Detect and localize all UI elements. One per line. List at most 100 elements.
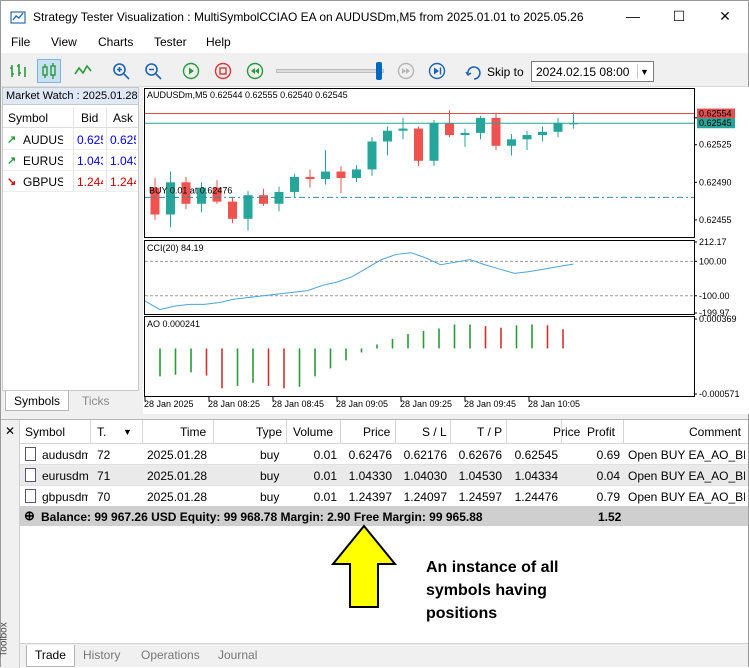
mw-ask: 1.24487 xyxy=(110,175,136,189)
trade-profit: 0.69 xyxy=(596,448,620,462)
price-tick-label: 0.62455 xyxy=(699,215,732,225)
maximize-button[interactable]: ☐ xyxy=(656,1,702,31)
market-watch-tabs: Symbols Ticks xyxy=(2,390,139,411)
th-symbol[interactable]: Symbol xyxy=(25,425,65,439)
trade-current-price: 1.04334 xyxy=(514,469,558,483)
trade-type: buy xyxy=(260,469,280,483)
trade-current-price: 0.62545 xyxy=(514,448,558,462)
close-button[interactable]: ✕ xyxy=(702,1,748,31)
tab-symbols[interactable]: Symbols xyxy=(5,391,70,411)
sort-descending-icon[interactable]: ▼ xyxy=(123,427,132,437)
candle-body xyxy=(383,130,392,142)
candle-body xyxy=(507,139,516,146)
rewind-button[interactable] xyxy=(243,59,267,83)
cci-tick-label: -100.00 xyxy=(699,291,730,301)
tab-operations[interactable]: Operations xyxy=(133,645,208,667)
arrow-down-icon: ↘ xyxy=(7,176,17,188)
col-bid[interactable]: Bid xyxy=(81,111,98,125)
trade-ticket: 71 xyxy=(97,469,111,483)
chart-canvas[interactable]: BUY 0.01 at 0.62476 AUDUSDm,M5 0.62544 0.… xyxy=(143,87,749,414)
position-document-icon xyxy=(25,447,36,461)
up-arrow-annotation-icon xyxy=(331,524,397,608)
ao-header: AO 0.000241 xyxy=(147,319,200,329)
th-current-price[interactable]: Price xyxy=(553,425,580,439)
mw-symbol: GBPUSDm xyxy=(23,175,63,189)
th-time[interactable]: Time xyxy=(180,425,206,439)
trade-row[interactable]: eurusdm 71 2025.01.28 10:00 buy 0.01 1.04330 1… xyxy=(20,465,748,486)
ask-price-tag-label: 0.62554 xyxy=(699,109,732,119)
time-tick-label: 28 Jan 09:25 xyxy=(400,399,452,409)
mw-ask: 0.62554 xyxy=(110,133,136,147)
candle-body xyxy=(367,141,377,170)
bar-chart-button[interactable] xyxy=(6,59,30,83)
market-watch-row[interactable]: ↗ EURUSDm 1.04334 1.04343 xyxy=(3,150,138,171)
menu-file[interactable]: File xyxy=(11,35,30,49)
skip-forward-button[interactable] xyxy=(394,59,418,83)
next-step-button[interactable] xyxy=(425,59,449,83)
menu-tester[interactable]: Tester xyxy=(154,35,187,49)
tab-trade[interactable]: Trade xyxy=(26,645,75,667)
menu-charts[interactable]: Charts xyxy=(98,35,133,49)
tab-history[interactable]: History xyxy=(75,645,128,667)
candle-body xyxy=(228,201,237,219)
candle-body xyxy=(305,176,315,180)
trade-row[interactable]: gbpusdm 70 2025.01.28 10:00 buy 0.01 1.24397 1… xyxy=(20,486,748,507)
toolbox-strip: ✕ Toolbox xyxy=(0,420,20,668)
th-volume[interactable]: Volume xyxy=(293,425,333,439)
candle-body xyxy=(243,195,253,219)
window-title: Strategy Tester Visualization : MultiSym… xyxy=(33,10,584,24)
th-sl[interactable]: S / L xyxy=(422,425,447,439)
menu-view[interactable]: View xyxy=(51,35,77,49)
candle-body xyxy=(321,171,330,180)
calendar-dropdown-icon[interactable]: ▼ xyxy=(637,64,651,79)
close-toolbox-icon[interactable]: ✕ xyxy=(5,424,15,438)
trade-row[interactable]: audusdm 72 2025.01.28 10:00 buy 0.01 0.62476 0… xyxy=(20,444,748,465)
zoom-out-button[interactable] xyxy=(141,59,165,83)
tab-ticks[interactable]: Ticks xyxy=(74,391,118,411)
col-symbol[interactable]: Symbol xyxy=(8,111,48,125)
th-ticket[interactable]: T. xyxy=(97,425,106,439)
th-comment[interactable]: Comment xyxy=(689,425,741,439)
th-type[interactable]: Type xyxy=(256,425,282,439)
chart-area[interactable]: BUY 0.01 at 0.62476 AUDUSDm,M5 0.62544 0.… xyxy=(143,87,749,414)
toolbox-tabs: Trade History Operations Journal xyxy=(20,643,748,667)
expand-plus-icon[interactable]: ⊕ xyxy=(24,508,35,524)
tab-journal[interactable]: Journal xyxy=(210,645,265,667)
candle-body xyxy=(491,117,501,146)
trade-comment: Open BUY EA_AO_BP xyxy=(628,469,745,483)
stop-button[interactable] xyxy=(211,59,235,83)
trade-time: 2025.01.28 10:00 xyxy=(147,469,209,483)
ao-tick-label: 0.000369 xyxy=(699,314,737,324)
account-summary-row[interactable]: ⊕ Balance: 99 967.26 USD Equity: 99 968.… xyxy=(20,506,748,526)
skip-date-picker[interactable]: 2024.02.15 08:00 ▼ xyxy=(531,61,654,82)
cci-tick-label: 212.17 xyxy=(699,237,727,247)
trade-open-price: 1.24397 xyxy=(348,490,392,504)
th-price[interactable]: Price xyxy=(363,425,390,439)
col-ask[interactable]: Ask xyxy=(113,111,133,125)
mw-bid: 1.04334 xyxy=(77,154,103,168)
trade-volume: 0.01 xyxy=(313,490,337,504)
title-bar: Strategy Tester Visualization : MultiSym… xyxy=(1,1,748,31)
toolbox-panel: ✕ Toolbox Symbol T. ▼ Time Type Volume P… xyxy=(0,419,748,668)
skip-to-icon-button[interactable] xyxy=(462,59,486,83)
cci-panel xyxy=(144,240,695,315)
candlestick-chart-button[interactable] xyxy=(37,59,61,83)
line-chart-button[interactable] xyxy=(71,59,95,83)
market-watch-row[interactable]: ↗ AUDUSDm 0.62545 0.62554 xyxy=(3,129,138,150)
speed-slider-thumb[interactable] xyxy=(376,62,382,80)
th-tp[interactable]: T / P xyxy=(477,425,502,439)
menu-help[interactable]: Help xyxy=(206,35,231,49)
play-button[interactable] xyxy=(179,59,203,83)
speed-slider-track[interactable] xyxy=(276,69,384,73)
skip-date-value: 2024.02.15 08:00 xyxy=(536,65,630,79)
candle-body xyxy=(259,195,268,204)
market-watch-header: Symbol Bid Ask xyxy=(3,107,138,128)
minimize-button[interactable]: — xyxy=(610,1,656,31)
market-watch-row[interactable]: ↘ GBPUSDm 1.24476 1.24487 xyxy=(3,171,138,192)
trade-tp: 1.24597 xyxy=(458,490,502,504)
th-profit[interactable]: Profit xyxy=(587,425,615,439)
price-tick-label: 0.62490 xyxy=(699,177,732,187)
zoom-in-button[interactable] xyxy=(109,59,133,83)
trade-current-price: 1.24476 xyxy=(514,490,558,504)
cci-tick-label: 100.00 xyxy=(699,256,727,266)
